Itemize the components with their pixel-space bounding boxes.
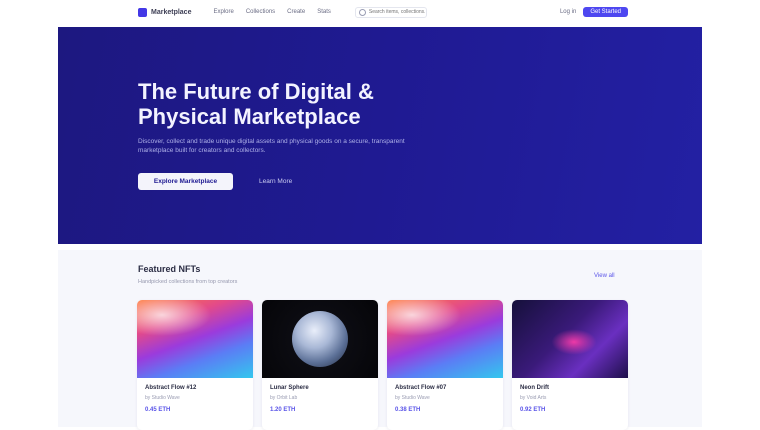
hero-title: The Future of Digital & Physical Marketp… [138,79,374,129]
nft-card[interactable]: Neon Drift by Void Arts 0.92 ETH [512,300,628,430]
card-body: Neon Drift by Void Arts 0.92 ETH [512,378,628,420]
nft-price: 0.92 ETH [520,407,546,413]
search-box[interactable] [354,6,427,18]
logo-icon[interactable] [138,7,147,17]
nft-card[interactable]: Lunar Sphere by Orbit Lab 1.20 ETH [262,300,378,430]
nav-link-collections[interactable]: Collections [246,9,275,15]
login-link[interactable]: Log in [560,9,576,15]
nft-card-grid: Abstract Flow #12 by Studio Wave 0.45 ET… [137,300,628,430]
orb-graphic [292,311,348,367]
nft-creator: by Studio Wave [395,395,430,401]
hero-banner: The Future of Digital & Physical Marketp… [58,27,702,244]
view-all-link[interactable]: View all [594,273,615,279]
nav-container: Marketplace Explore Collections Create S… [138,5,628,19]
hero-actions: Explore Marketplace Learn More [138,173,306,190]
nav-link-stats[interactable]: Stats [317,9,331,15]
top-navigation: Marketplace Explore Collections Create S… [0,0,760,24]
nav-link-create[interactable]: Create [287,9,305,15]
logo-text[interactable]: Marketplace [151,9,191,16]
nft-name: Abstract Flow #07 [395,385,447,391]
nft-name: Lunar Sphere [270,385,309,391]
card-body: Abstract Flow #12 by Studio Wave 0.45 ET… [137,378,253,420]
nft-name: Neon Drift [520,385,549,391]
nft-creator: by Studio Wave [145,395,180,401]
explore-marketplace-button[interactable]: Explore Marketplace [138,173,233,190]
nav-links: Explore Collections Create Stats [213,9,330,15]
nft-price: 1.20 ETH [270,407,296,413]
card-body: Abstract Flow #07 by Studio Wave 0.38 ET… [387,378,503,420]
featured-section: Featured NFTs Handpicked collections fro… [58,250,702,430]
nav-actions: Log in Get Started [560,7,628,17]
nft-artwork-image[interactable] [512,300,628,378]
get-started-button[interactable]: Get Started [583,7,628,17]
nft-card[interactable]: Abstract Flow #12 by Studio Wave 0.45 ET… [137,300,253,430]
nft-card[interactable]: Abstract Flow #07 by Studio Wave 0.38 ET… [387,300,503,430]
hero-subtitle: Discover, collect and trade unique digit… [138,138,405,154]
card-body: Lunar Sphere by Orbit Lab 1.20 ETH [262,378,378,420]
learn-more-button[interactable]: Learn More [245,173,306,190]
search-icon [358,8,366,16]
section-subtitle: Handpicked collections from top creators [138,279,238,285]
nft-creator: by Orbit Lab [270,395,298,401]
nft-name: Abstract Flow #12 [145,385,197,391]
nft-price: 0.38 ETH [395,407,421,413]
search-input[interactable] [368,9,425,15]
nav-link-explore[interactable]: Explore [213,9,233,15]
nft-artwork-image[interactable] [137,300,253,378]
nft-creator: by Void Arts [520,395,547,401]
nft-artwork-image[interactable] [387,300,503,378]
nft-price: 0.45 ETH [145,407,171,413]
section-title: Featured NFTs [138,264,201,274]
nft-artwork-image[interactable] [262,300,378,378]
